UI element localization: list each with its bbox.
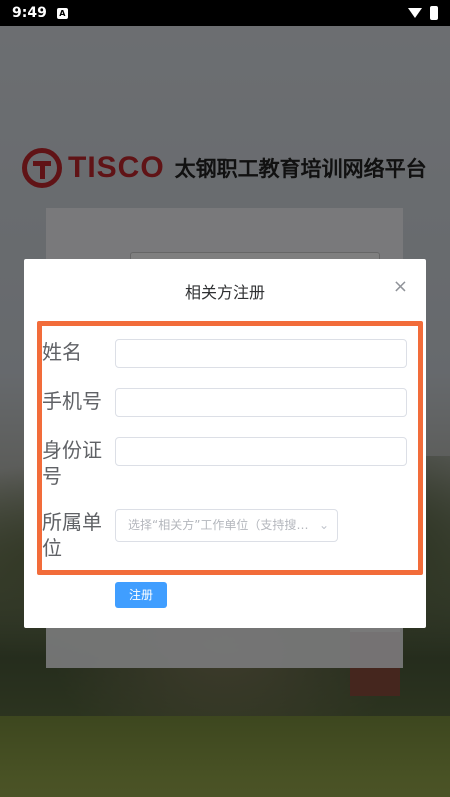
unit-label-line1: 所属单: [42, 510, 102, 534]
unit-select[interactable]: 选择“相关方”工作单位（支持搜索） ⌄: [115, 509, 338, 542]
name-input[interactable]: [115, 339, 407, 368]
chevron-down-icon: ⌄: [318, 518, 329, 532]
close-icon[interactable]: ×: [393, 275, 408, 299]
dialog-title: 相关方注册: [184, 283, 265, 302]
phone-label: 手机号: [42, 389, 102, 413]
register-button[interactable]: 注册: [115, 582, 167, 608]
id-number-label-line2: 号: [42, 464, 62, 488]
status-time: 9:49: [12, 5, 47, 21]
id-number-label-line1: 身份证: [42, 438, 102, 462]
phone-input[interactable]: [115, 388, 407, 417]
wifi-icon: [408, 8, 422, 18]
status-bar: 9:49 A: [0, 0, 450, 26]
register-dialog: 相关方注册 × 姓名 手机号 身份证 号 所属单 位 选择“相关方”工作单位（支…: [24, 259, 426, 628]
notification-app-icon: A: [56, 7, 68, 19]
battery-icon: [430, 6, 438, 20]
id-number-input[interactable]: [115, 437, 407, 466]
status-icons: [408, 6, 438, 20]
unit-label-line2: 位: [42, 536, 62, 560]
unit-select-placeholder: 选择“相关方”工作单位（支持搜索）: [128, 518, 321, 532]
name-label: 姓名: [42, 340, 82, 364]
